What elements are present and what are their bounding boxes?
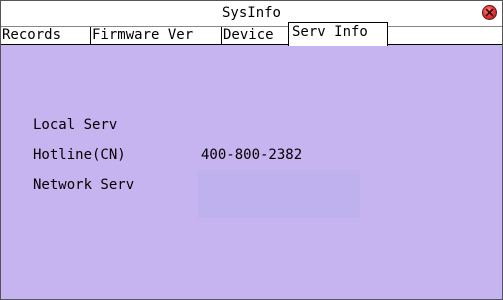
close-button[interactable] (482, 5, 497, 20)
title-bar: SysInfo (1, 1, 502, 27)
tab-bar: Records Firmware Ver Device Serv Info (1, 22, 502, 46)
tab-firmware-ver[interactable]: Firmware Ver (91, 27, 222, 44)
network-serv-label: Network Serv (33, 177, 135, 193)
network-serv-value (198, 170, 360, 218)
hotline-value: 400-800-2382 (201, 147, 303, 163)
close-icon (485, 8, 494, 17)
hotline-label: Hotline(CN) (33, 147, 126, 163)
local-serv-label: Local Serv (33, 117, 118, 133)
tab-records[interactable]: Records (1, 27, 91, 44)
serv-info-panel: Local Serv Hotline(CN) 400-800-2382 Netw… (1, 45, 502, 299)
window-title: SysInfo (221, 5, 281, 21)
sysinfo-window: SysInfo Records Firmware Ver Device Serv… (0, 0, 503, 300)
tab-serv-info[interactable]: Serv Info (288, 22, 388, 46)
tab-device[interactable]: Device (222, 27, 289, 44)
